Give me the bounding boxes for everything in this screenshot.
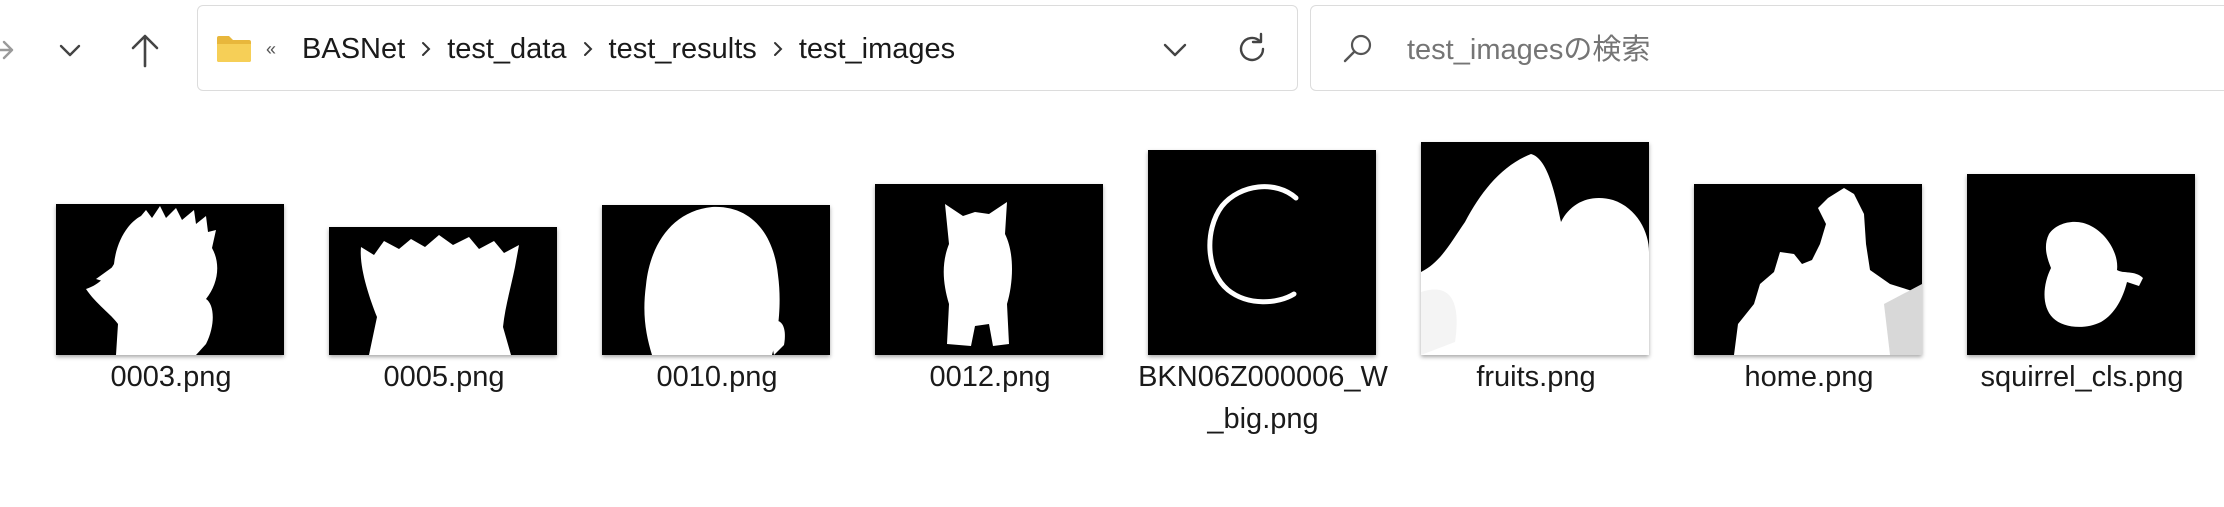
arrow-right-icon — [0, 40, 14, 60]
recent-locations-button[interactable] — [40, 20, 100, 80]
address-history-button[interactable] — [1153, 28, 1197, 72]
file-name: fruits.png — [1476, 361, 1596, 393]
folder-icon — [216, 34, 252, 64]
file-name: 0012.png — [929, 361, 1051, 393]
search-box[interactable] — [1310, 5, 2224, 91]
chevron-right-icon[interactable] — [573, 40, 603, 58]
breadcrumb-item-test-results[interactable]: test_results — [603, 33, 763, 66]
file-thumbnail[interactable] — [329, 227, 557, 355]
chevron-right-icon[interactable] — [411, 40, 441, 58]
file-name: squirrel_cls.png — [1980, 361, 2184, 393]
file-name: 0003.png — [110, 361, 232, 393]
file-name: 0005.png — [383, 361, 505, 393]
breadcrumb-item-basnet[interactable]: BASNet — [296, 33, 411, 66]
file-thumbnail[interactable] — [1967, 174, 2195, 355]
file-thumbnail[interactable] — [602, 205, 830, 355]
search-input[interactable] — [1405, 24, 2109, 76]
arrow-up-icon — [131, 34, 159, 68]
up-button[interactable] — [115, 20, 175, 80]
breadcrumb-item-test-data[interactable]: test_data — [441, 33, 572, 66]
breadcrumb: « BASNet test_data test_results test_ima… — [216, 6, 961, 92]
file-thumbnail[interactable] — [875, 184, 1103, 355]
chevron-right-icon[interactable] — [763, 40, 793, 58]
file-name: 0010.png — [656, 361, 778, 393]
chevron-down-icon — [59, 44, 81, 57]
file-thumbnail[interactable] — [56, 204, 284, 355]
address-bar[interactable]: « BASNet test_data test_results test_ima… — [197, 5, 1298, 91]
chevron-down-icon — [1163, 43, 1187, 57]
search-icon — [1343, 34, 1372, 63]
file-name: home.png — [1744, 361, 1874, 393]
file-list: 0003.png 0005.png 0010.png 0012.png BKN0… — [0, 100, 2224, 507]
breadcrumb-item-test-images[interactable]: test_images — [793, 33, 961, 66]
file-thumbnail[interactable] — [1421, 142, 1649, 355]
file-thumbnail[interactable] — [1148, 150, 1376, 355]
forward-button[interactable] — [0, 20, 32, 80]
refresh-button[interactable] — [1228, 24, 1276, 74]
file-thumbnail[interactable] — [1694, 184, 1922, 355]
refresh-icon — [1239, 32, 1265, 62]
breadcrumb-overflow[interactable]: « — [266, 39, 276, 60]
file-name: BKN06Z000006_W_big.png — [1138, 361, 1388, 435]
toolbar: « BASNet test_data test_results test_ima… — [0, 0, 2224, 100]
